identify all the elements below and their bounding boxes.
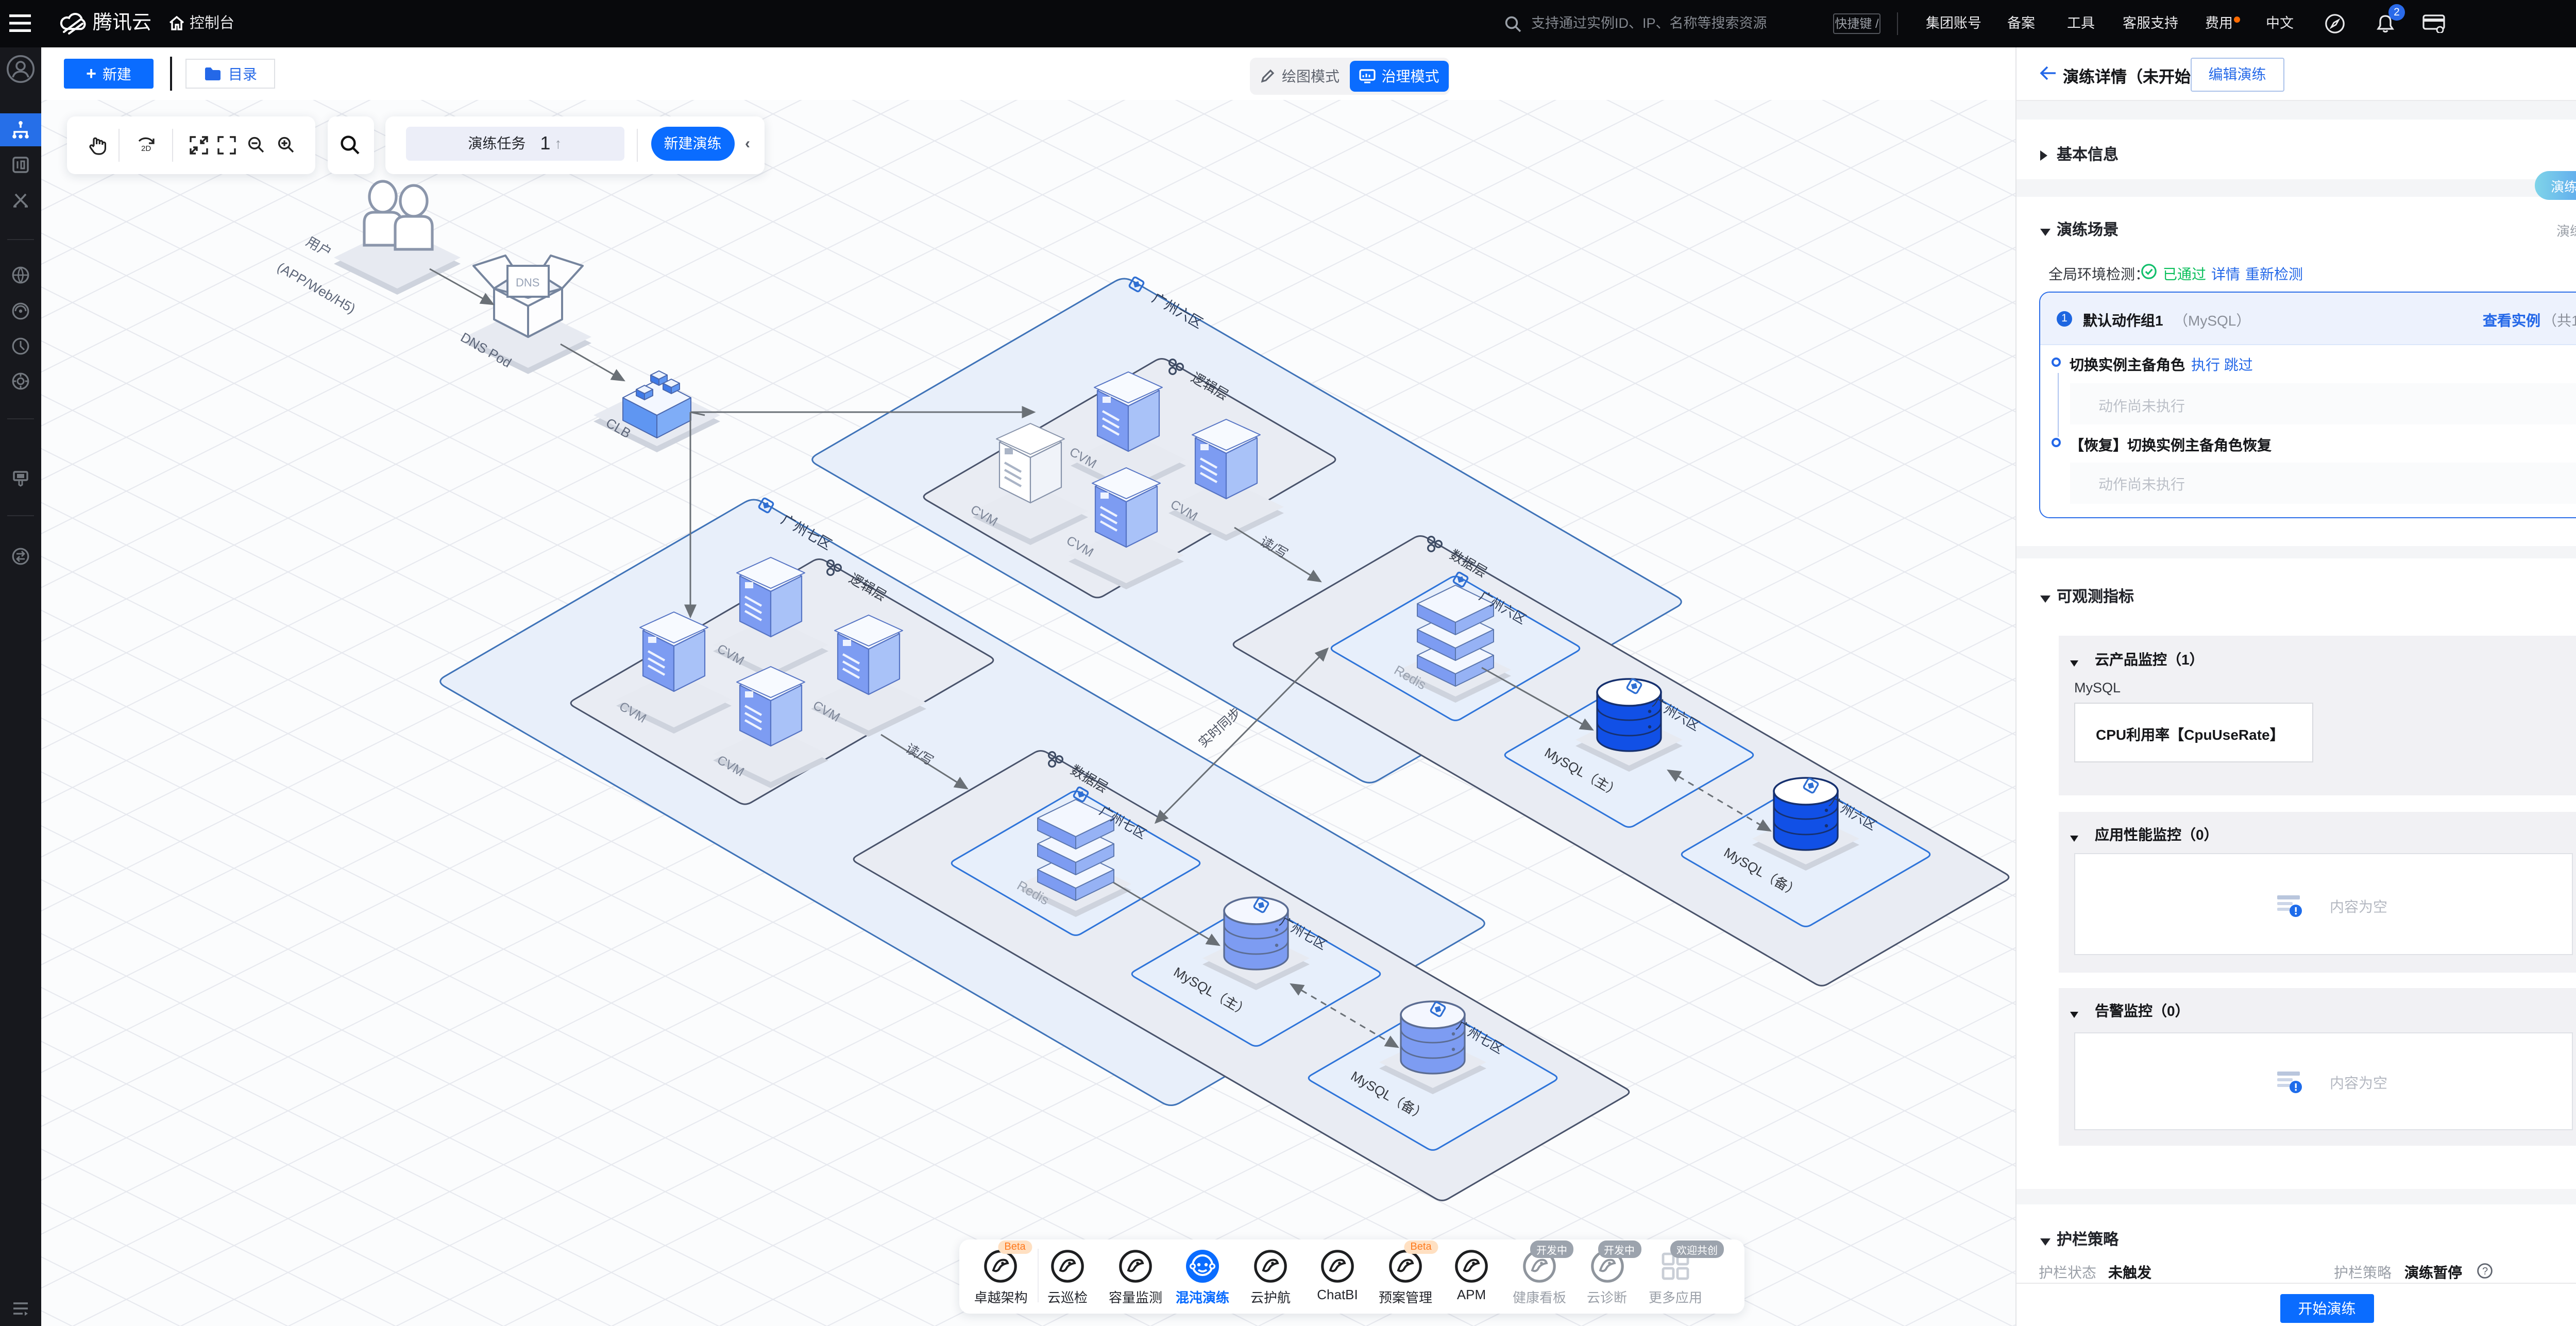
svg-text:?: ? [2482,1266,2488,1277]
svg-text:2D: 2D [141,144,150,153]
svg-text:DNS: DNS [516,276,539,289]
